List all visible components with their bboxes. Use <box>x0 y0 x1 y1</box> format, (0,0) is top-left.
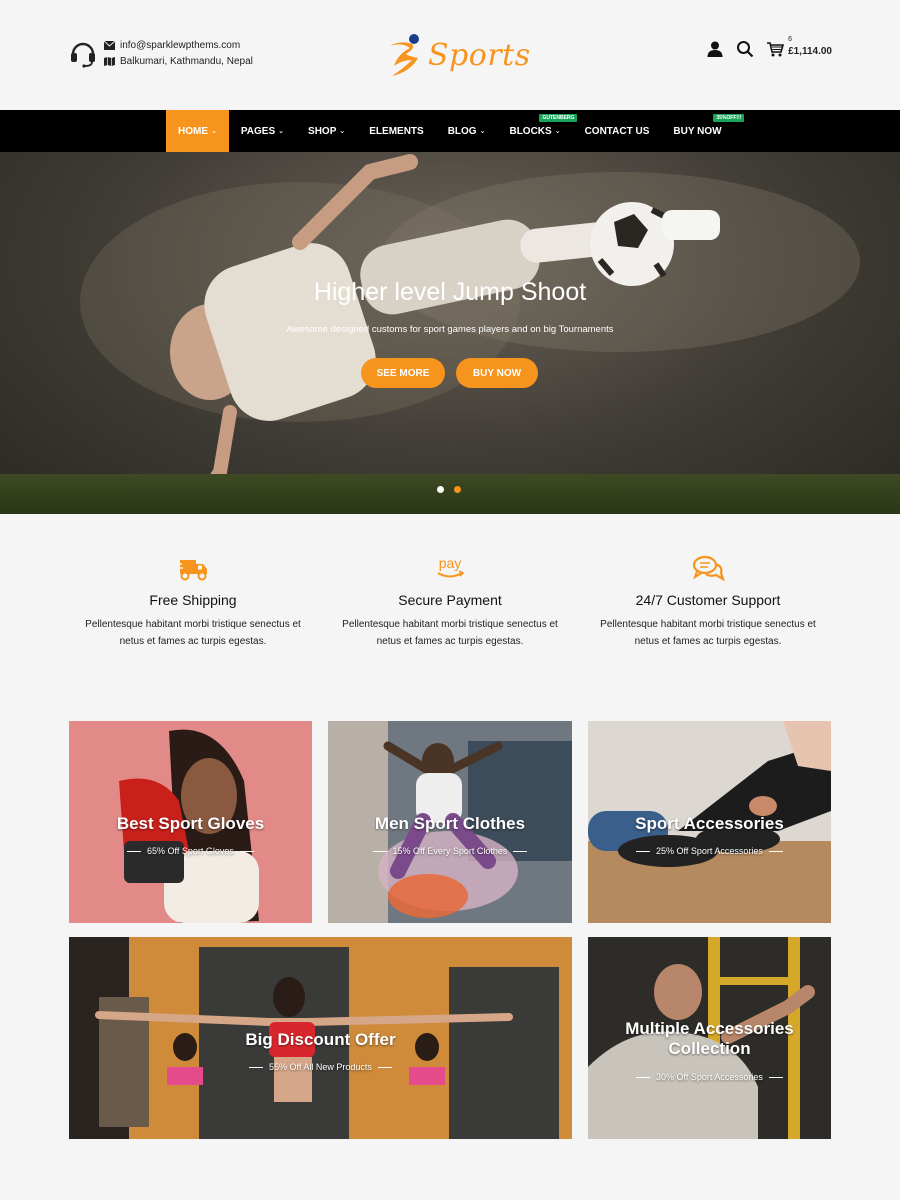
cart-total: £1,114.00 <box>788 46 832 57</box>
nav-label: SHOP <box>308 125 337 137</box>
feature-text-line: netus et fames ac turpis egestas. <box>376 636 524 647</box>
hero-slider: Higher level Jump Shoot Awesome designed… <box>0 152 900 514</box>
feature-text-line: Pellentesque habitant morbi tristique se… <box>342 619 558 630</box>
header-actions: 6 £1,114.00 <box>706 36 832 58</box>
logo-text: Sports <box>428 37 531 73</box>
chevron-down-icon: ⌄ <box>278 128 285 135</box>
promo-sport-accessories[interactable]: Sport Accessories 25% Off Sport Accessor… <box>588 721 831 923</box>
feature-text-line: netus et fames ac turpis egestas. <box>634 636 782 647</box>
promo-subtitle: 30% Off Sport Accessories <box>588 1072 831 1082</box>
cart-button[interactable]: 6 £1,114.00 <box>766 36 832 58</box>
feature-title: Free Shipping <box>149 592 237 608</box>
cart-icon <box>767 42 785 57</box>
feature-text: Pellentesque habitant morbi tristique se… <box>330 616 570 650</box>
search-icon[interactable] <box>736 40 754 58</box>
contact-info: info@sparklewpthems.com Balkumari, Kathm… <box>68 38 253 68</box>
user-icon[interactable] <box>706 40 724 58</box>
hero-grass <box>0 474 900 514</box>
promo-title: Sport Accessories <box>635 814 784 833</box>
promo-subtitle-text: 55% Off All New Products <box>269 1062 372 1072</box>
nav-item-blog[interactable]: BLOG ⌄ <box>436 110 498 152</box>
cart-count: 6 <box>788 36 792 43</box>
contact-email[interactable]: info@sparklewpthems.com <box>120 40 240 51</box>
nav-label: BLOCKS <box>509 125 552 137</box>
chat-icon <box>692 555 725 582</box>
feature-title: Secure Payment <box>398 592 502 608</box>
pay-icon: pay <box>437 555 465 578</box>
promo-subtitle: 55% Off All New Products <box>69 1062 572 1072</box>
buy-now-button[interactable]: BUY NOW <box>456 358 538 388</box>
nav-item-elements[interactable]: ELEMENTS <box>357 110 435 152</box>
runner-logo-icon <box>390 34 419 76</box>
chevron-down-icon: ⌄ <box>554 128 561 135</box>
envelope-icon <box>104 40 115 50</box>
nav-item-blocks[interactable]: GUTENBERG BLOCKS ⌄ <box>497 110 578 152</box>
slider-dot-2[interactable] <box>454 486 461 493</box>
promo-multiple-accessories[interactable]: Multiple Accessories Collection 30% Off … <box>588 937 831 1139</box>
pay-icon-text: pay <box>439 555 462 571</box>
hero-subtitle: Awesome designed customs for sport games… <box>286 324 614 335</box>
nav-label: BUY NOW <box>673 125 722 137</box>
promo-subtitle: 15% Off Every Sport Clothes <box>328 846 572 856</box>
site-header: info@sparklewpthems.com Balkumari, Kathm… <box>0 0 900 110</box>
feature-text-line: Pellentesque habitant morbi tristique se… <box>600 619 816 630</box>
hero-title: Higher level Jump Shoot <box>313 278 587 306</box>
promo-title: Men Sport Clothes <box>374 814 526 833</box>
feature-secure-payment: pay Secure Payment Pellentesque habitant… <box>330 554 570 650</box>
see-more-button[interactable]: SEE MORE <box>361 358 445 388</box>
promo-big-discount[interactable]: Big Discount Offer 55% Off All New Produ… <box>69 937 572 1139</box>
promo-subtitle-text: 25% Off Sport Accessories <box>656 846 763 856</box>
feature-title: 24/7 Customer Support <box>635 592 781 608</box>
map-icon <box>104 56 115 66</box>
promo-subtitle-text: 15% Off Every Sport Clothes <box>392 846 508 856</box>
nav-label: BLOG <box>447 125 477 137</box>
promo-subtitle: 65% Off Sport Gloves <box>69 846 312 856</box>
feature-text-line: Pellentesque habitant morbi tristique se… <box>85 619 301 630</box>
nav-label: CONTACT US <box>584 125 650 137</box>
promo-title: Multiple Accessories Collection <box>588 1019 831 1059</box>
nav-item-contact[interactable]: CONTACT US <box>573 110 662 152</box>
headset-icon <box>71 42 95 68</box>
nav-item-buy-now[interactable]: 35%OFF!!! BUY NOW <box>661 110 745 152</box>
slider-dot-1[interactable] <box>437 486 444 493</box>
nav-label: PAGES <box>240 125 276 137</box>
feature-text-line: netus et fames ac turpis egestas. <box>119 636 267 647</box>
nav-label: HOME <box>178 125 208 137</box>
promo-title-line: Multiple Accessories <box>625 1019 794 1038</box>
promo-subtitle-text: 30% Off Sport Accessories <box>656 1072 763 1082</box>
promo-title: Best Sport Gloves <box>116 814 265 833</box>
feature-free-shipping: Free Shipping Pellentesque habitant morb… <box>73 554 313 650</box>
nav-item-home[interactable]: HOME ⌄ <box>166 110 229 152</box>
promo-title: Big Discount Offer <box>245 1030 396 1049</box>
feature-text: Pellentesque habitant morbi tristique se… <box>588 616 828 650</box>
site-logo[interactable]: Sports <box>388 32 531 78</box>
nav-item-pages[interactable]: PAGES ⌄ <box>229 110 296 152</box>
chevron-down-icon: ⌄ <box>339 128 346 135</box>
promo-men-clothes[interactable]: Men Sport Clothes 15% Off Every Sport Cl… <box>328 721 572 923</box>
truck-icon <box>176 560 207 581</box>
chevron-down-icon: ⌄ <box>479 128 486 135</box>
main-navigation: HOME ⌄ PAGES ⌄ SHOP ⌄ ELEMENTS BLOG ⌄ GUTENB… <box>0 110 900 152</box>
nav-item-shop[interactable]: SHOP ⌄ <box>296 110 357 152</box>
feature-customer-support: 24/7 Customer Support Pellentesque habit… <box>588 554 828 650</box>
promo-sport-gloves[interactable]: Best Sport Gloves 65% Off Sport Gloves <box>69 721 312 923</box>
promo-title-line: Collection <box>668 1039 751 1058</box>
contact-address: Balkumari, Kathmandu, Nepal <box>120 55 253 67</box>
discount-badge: 35%OFF!!! <box>713 114 745 122</box>
feature-text: Pellentesque habitant morbi tristique se… <box>73 616 313 650</box>
slider-dots <box>437 486 461 493</box>
chevron-down-icon: ⌄ <box>211 128 217 135</box>
promo-subtitle: 25% Off Sport Accessories <box>588 846 831 856</box>
nav-label: ELEMENTS <box>369 125 424 137</box>
promo-subtitle-text: 65% Off Sport Gloves <box>147 846 234 856</box>
